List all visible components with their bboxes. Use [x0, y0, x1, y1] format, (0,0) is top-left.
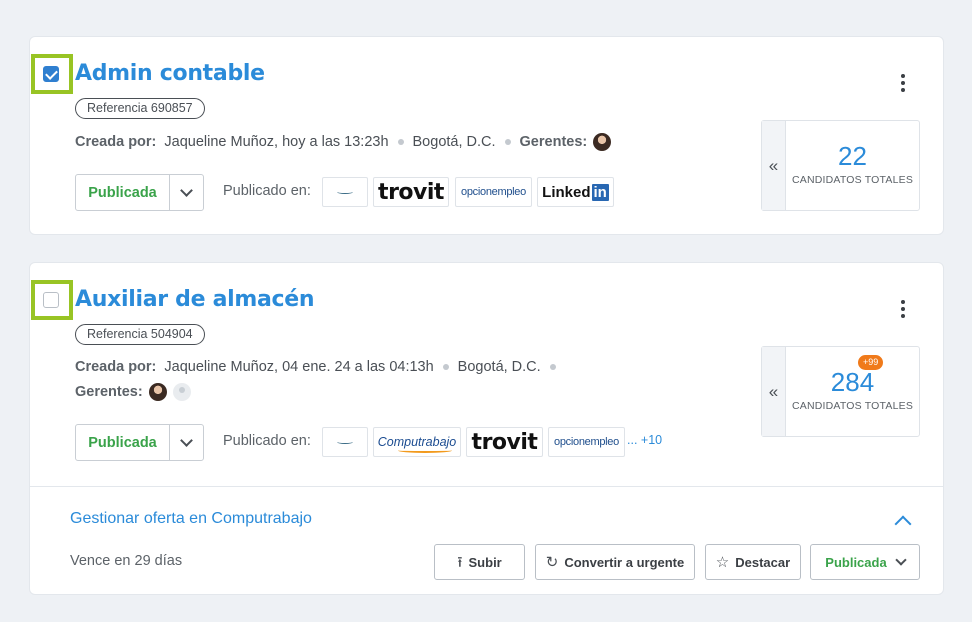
status-caret[interactable]	[170, 175, 203, 210]
managers-label: Gerentes:	[519, 134, 588, 150]
kebab-menu-icon[interactable]	[893, 297, 913, 321]
candidates-total-box[interactable]: « 22 CANDIDATOS TOTALES	[761, 120, 920, 211]
publish-status-button[interactable]: Publicada	[810, 544, 920, 580]
highlight-button-label: Destacar	[735, 554, 791, 570]
created-by-label: Creada por:	[75, 134, 157, 150]
separator-dot	[397, 139, 404, 145]
linkedin-logo-text: Linked in	[542, 183, 609, 201]
location: Bogotá, D.C.	[457, 359, 541, 375]
highlight-button[interactable]: ☆ Destacar	[705, 544, 801, 580]
upload-button-label: Subir	[468, 554, 502, 570]
status-caret[interactable]	[170, 425, 203, 460]
select-checkbox-checked[interactable]	[43, 66, 59, 82]
location: Bogotá, D.C.	[412, 134, 496, 150]
portal-generic-logo[interactable]	[322, 177, 368, 207]
make-urgent-button-label: Convertir a urgente	[564, 554, 685, 570]
candidates-body: +99 284 CANDIDATOS TOTALES	[786, 347, 919, 436]
portal-logo-icon	[337, 190, 353, 194]
manager-avatar[interactable]	[593, 133, 612, 151]
candidates-total-box[interactable]: « +99 284 CANDIDATOS TOTALES	[761, 346, 920, 437]
select-checkbox-unchecked[interactable]	[43, 292, 59, 308]
computrabajo-logo-text: Computrabajo	[377, 435, 457, 453]
portal-logo-icon	[337, 440, 353, 444]
status-label[interactable]: Publicada	[76, 425, 170, 460]
manager-avatar[interactable]	[148, 383, 167, 401]
upload-button[interactable]: ⭱ Subir	[434, 544, 525, 580]
opcionempleo-logo-text: opcionempleo	[461, 186, 526, 198]
make-urgent-button[interactable]: ↻ Convertir a urgente	[535, 544, 695, 580]
published-on-label: Publicado en:	[223, 183, 311, 199]
upload-icon: ⭱	[457, 553, 463, 571]
trovit-logo-text: trovit	[378, 179, 444, 205]
reference-pill: Referencia 504904	[75, 324, 205, 345]
reference-pill: Referencia 690857	[75, 98, 205, 119]
manage-offer-title[interactable]: Gestionar oferta en Computrabajo	[70, 510, 312, 528]
trovit-logo-text: trovit	[471, 429, 538, 455]
published-on-label: Publicado en:	[223, 433, 311, 449]
double-chevron-left-icon[interactable]: «	[762, 347, 786, 436]
more-portals-link[interactable]: ... +10	[627, 433, 662, 447]
separator-dot	[442, 364, 449, 370]
urgent-icon: ↻	[545, 553, 559, 571]
select-checkbox-highlight[interactable]	[31, 280, 73, 320]
status-dropdown[interactable]: Publicada	[75, 424, 204, 461]
portal-trovit-logo[interactable]: trovit	[466, 427, 543, 457]
creator-name: Jaqueline Muñoz,	[164, 134, 279, 150]
offer-title[interactable]: Admin contable	[75, 61, 265, 86]
offer-title[interactable]: Auxiliar de almacén	[75, 287, 315, 312]
created-at: hoy a las 13:23h	[282, 134, 389, 150]
offer-managers-line: Gerentes:	[75, 383, 191, 401]
star-icon: ☆	[715, 553, 730, 571]
double-chevron-left-icon[interactable]: «	[762, 121, 786, 210]
candidates-count[interactable]: 284	[786, 367, 919, 398]
offer-meta-line: Creada por: Jaqueline Muñoz, 04 ene. 24 …	[75, 359, 565, 375]
chevron-up-icon[interactable]	[894, 515, 912, 533]
portal-generic-logo[interactable]	[322, 427, 368, 457]
chevron-down-icon	[895, 554, 907, 566]
separator-dot	[549, 364, 556, 370]
chevron-down-icon	[180, 434, 193, 447]
chevron-down-icon	[180, 184, 193, 197]
status-dropdown[interactable]: Publicada	[75, 174, 204, 211]
portal-opcionempleo-logo[interactable]: opcionempleo	[455, 177, 532, 207]
opcionempleo-logo-text: opcionempleo	[554, 436, 619, 448]
managers-label: Gerentes:	[75, 384, 143, 400]
portal-computrabajo-logo[interactable]: Computrabajo	[373, 427, 461, 457]
kebab-menu-icon[interactable]	[893, 71, 913, 95]
manager-avatar-placeholder[interactable]	[172, 383, 191, 401]
created-at: 04 ene. 24 a las 04:13h	[282, 359, 434, 375]
candidates-label: CANDIDATOS TOTALES	[791, 174, 914, 186]
status-label[interactable]: Publicada	[76, 175, 170, 210]
portal-linkedin-logo[interactable]: Linked in	[537, 177, 614, 207]
select-checkbox-highlight[interactable]	[31, 54, 73, 94]
publish-status-label: Publicada	[825, 554, 887, 570]
creator-name: Jaqueline Muñoz,	[164, 359, 279, 375]
candidates-label: CANDIDATOS TOTALES	[791, 400, 914, 412]
expiry-text: Vence en 29 días	[70, 553, 183, 569]
candidates-count[interactable]: 22	[786, 141, 919, 172]
candidates-body: 22 CANDIDATOS TOTALES	[786, 121, 919, 210]
offer-meta-line: Creada por: Jaqueline Muñoz, hoy a las 1…	[75, 133, 612, 151]
separator-dot	[504, 139, 511, 145]
section-divider	[30, 486, 943, 487]
created-by-label: Creada por:	[75, 359, 157, 375]
portal-opcionempleo-logo[interactable]: opcionempleo	[548, 427, 625, 457]
portal-trovit-logo[interactable]: trovit	[373, 177, 449, 207]
